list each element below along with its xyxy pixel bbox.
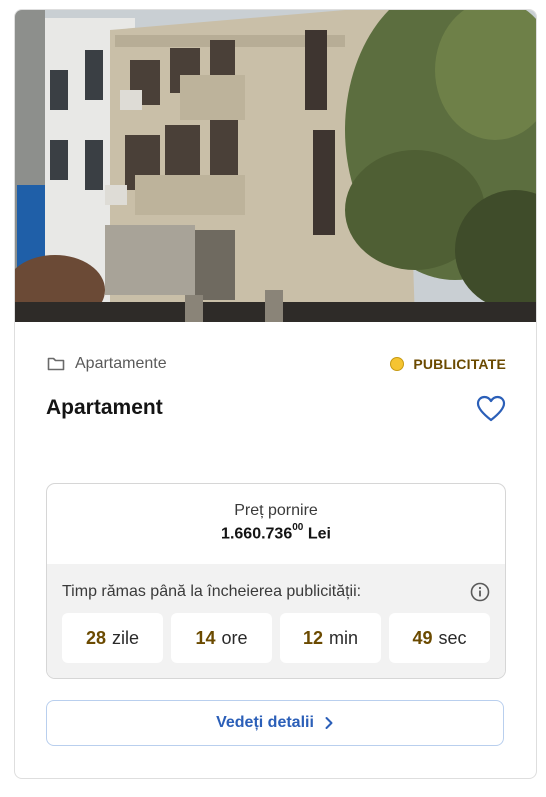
price-amount: 1.660.736 [221,525,293,543]
listing-meta-row: Apartamente PUBLICITATE [47,352,506,376]
building-photo-image [15,10,536,322]
price-currency: Lei [307,525,331,543]
countdown-minutes: 12 min [280,613,381,663]
status-dot-icon [390,357,405,371]
countdown-hours: 14 ore [171,613,272,663]
countdown-value: 14 [195,627,216,648]
countdown-unit: ore [221,627,248,648]
chevron-right-icon [325,717,333,729]
listing-photo[interactable] [15,10,536,322]
countdown-label: Timp rămas până la încheierea publicităț… [62,583,362,600]
price-value: 1.660.73600 Lei [47,522,505,543]
view-details-button[interactable]: Vedeți detalii [46,700,504,746]
countdown-header: Timp rămas până la încheierea publicităț… [62,582,490,602]
status-badge: PUBLICITATE [390,356,506,372]
favorite-button[interactable] [476,395,506,423]
countdown-unit: sec [438,627,467,648]
countdown-value: 12 [302,627,323,648]
countdown-unit: min [329,627,359,648]
countdown-value: 49 [412,627,433,648]
status-label: PUBLICITATE [413,356,506,372]
price-label: Preț pornire [234,502,318,519]
listing-card[interactable]: Apartamente PUBLICITATE Apartament Preț … [14,9,537,779]
view-details-label: Vedeți detalii [216,714,314,731]
category[interactable]: Apartamente [47,355,167,373]
countdown-seconds: 49 sec [389,613,490,663]
countdown-unit: zile [112,627,140,648]
info-icon[interactable] [470,582,490,602]
price-section: Preț pornire 1.660.73600 Lei [47,484,505,564]
heart-icon [476,395,506,422]
price-box: Preț pornire 1.660.73600 Lei Timp rămas … [46,483,506,679]
listing-title[interactable]: Apartament [46,396,163,420]
countdown-days: 28 zile [62,613,163,663]
countdown-section: Timp rămas până la încheierea publicităț… [47,564,505,678]
category-label: Apartamente [75,355,167,372]
folder-icon [47,357,65,371]
price-decimals: 00 [292,522,304,533]
countdown-value: 28 [85,627,106,648]
countdown-cells: 28 zile 14 ore 12 min 49 sec [62,613,490,663]
